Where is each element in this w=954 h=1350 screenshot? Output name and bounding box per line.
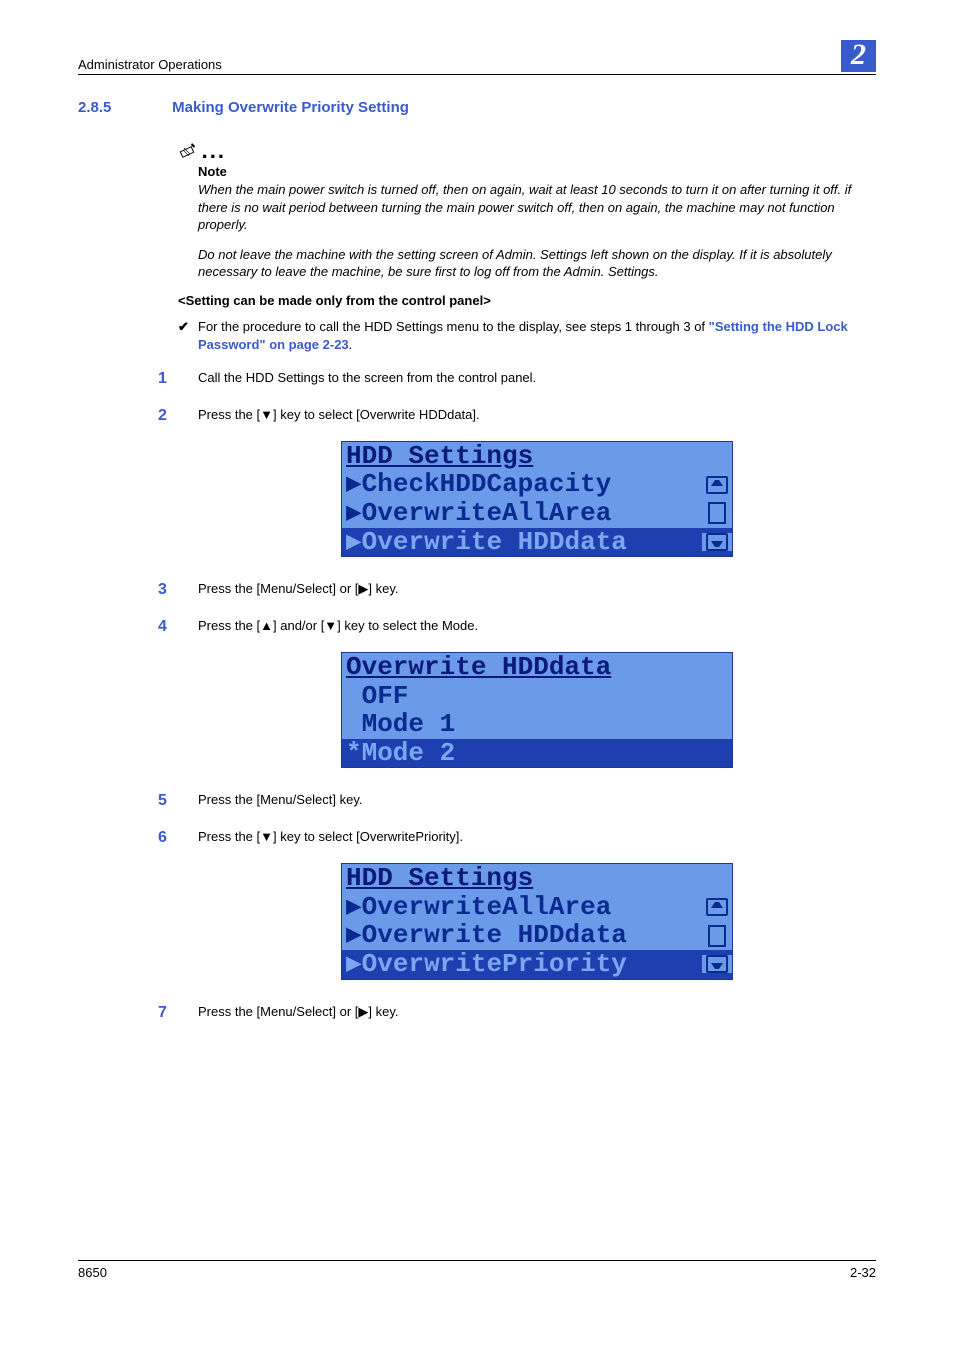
pen-icon — [178, 139, 198, 162]
lcd-item: ▶Overwrite HDDdata — [342, 921, 702, 950]
step-text: Call the HDD Settings to the screen from… — [198, 368, 536, 387]
note-header: ... Note — [178, 138, 876, 179]
section-number: 2.8.5 — [78, 99, 168, 116]
bullet-text: For the procedure to call the HDD Settin… — [198, 319, 709, 334]
step-number: 5 — [158, 790, 198, 812]
step-number: 6 — [158, 827, 198, 849]
step-2: 2 Press the [▼] key to select [Overwrite… — [158, 405, 876, 427]
checkmark-icon: ✔ — [178, 318, 198, 354]
step-number: 1 — [158, 368, 198, 390]
running-header: Administrator Operations 2 — [78, 40, 876, 75]
section-heading: 2.8.5 Making Overwrite Priority Setting — [78, 99, 876, 116]
lcd-item: ▶CheckHDDCapacity — [342, 470, 702, 499]
step-number: 2 — [158, 405, 198, 427]
lcd-title: Overwrite HDDdata — [342, 653, 732, 682]
step-text: Press the [Menu/Select] key. — [198, 790, 363, 809]
step-text: Press the [▼] key to select [OverwritePr… — [198, 827, 463, 846]
scrollbar-icon — [708, 502, 726, 524]
prereq-bullet: ✔ For the procedure to call the HDD Sett… — [178, 318, 876, 354]
note-dots-icon: ... — [202, 138, 226, 163]
step-text: Press the [Menu/Select] or [▶] key. — [198, 579, 399, 598]
note-paragraph-2: Do not leave the machine with the settin… — [198, 246, 876, 281]
note-label: Note — [198, 164, 876, 179]
scroll-down-icon — [706, 533, 728, 551]
step-7: 7 Press the [Menu/Select] or [▶] key. — [158, 1002, 876, 1024]
sub-heading: <Setting can be made only from the contr… — [178, 293, 876, 308]
scroll-up-icon — [706, 898, 728, 916]
step-number: 3 — [158, 579, 198, 601]
lcd-item: OFF — [342, 682, 732, 711]
step-text: Press the [Menu/Select] or [▶] key. — [198, 1002, 399, 1021]
step-4: 4 Press the [▲] and/or [▼] key to select… — [158, 616, 876, 638]
scroll-down-icon — [706, 955, 728, 973]
step-text: Press the [▲] and/or [▼] key to select t… — [198, 616, 478, 635]
lcd-screenshot-hdd-settings-priority: HDD Settings ▶OverwriteAllArea ▶Overwrit… — [341, 863, 733, 979]
lcd-screenshot-overwrite-hdddata: Overwrite HDDdata OFF Mode 1 *Mode 2 — [341, 652, 733, 768]
scroll-up-icon — [706, 476, 728, 494]
step-1: 1 Call the HDD Settings to the screen fr… — [158, 368, 876, 390]
lcd-title: HDD Settings — [342, 442, 702, 471]
lcd-screenshot-hdd-settings: HDD Settings ▶CheckHDDCapacity ▶Overwrit… — [341, 441, 733, 557]
lcd-item: ▶OverwriteAllArea — [342, 499, 702, 528]
page-footer: 8650 2-32 — [78, 1260, 876, 1280]
step-number: 4 — [158, 616, 198, 638]
scrollbar-icon — [708, 925, 726, 947]
footer-left: 8650 — [78, 1265, 107, 1280]
lcd-item: ▶OverwriteAllArea — [342, 893, 702, 922]
step-text: Press the [▼] key to select [Overwrite H… — [198, 405, 480, 424]
section-title: Making Overwrite Priority Setting — [172, 99, 409, 116]
step-6: 6 Press the [▼] key to select [Overwrite… — [158, 827, 876, 849]
step-3: 3 Press the [Menu/Select] or [▶] key. — [158, 579, 876, 601]
lcd-item: Mode 1 — [342, 710, 732, 739]
chapter-number-badge: 2 — [841, 40, 876, 72]
step-number: 7 — [158, 1002, 198, 1024]
lcd-item-selected: *Mode 2 — [342, 739, 732, 768]
lcd-item-selected: ▶OverwritePriority — [342, 950, 702, 979]
bullet-text-end: . — [349, 337, 353, 352]
note-paragraph-1: When the main power switch is turned off… — [198, 181, 876, 234]
lcd-item-selected: ▶Overwrite HDDdata — [342, 528, 702, 557]
header-text: Administrator Operations — [78, 57, 222, 72]
footer-right: 2-32 — [850, 1265, 876, 1280]
step-5: 5 Press the [Menu/Select] key. — [158, 790, 876, 812]
lcd-title: HDD Settings — [342, 864, 702, 893]
